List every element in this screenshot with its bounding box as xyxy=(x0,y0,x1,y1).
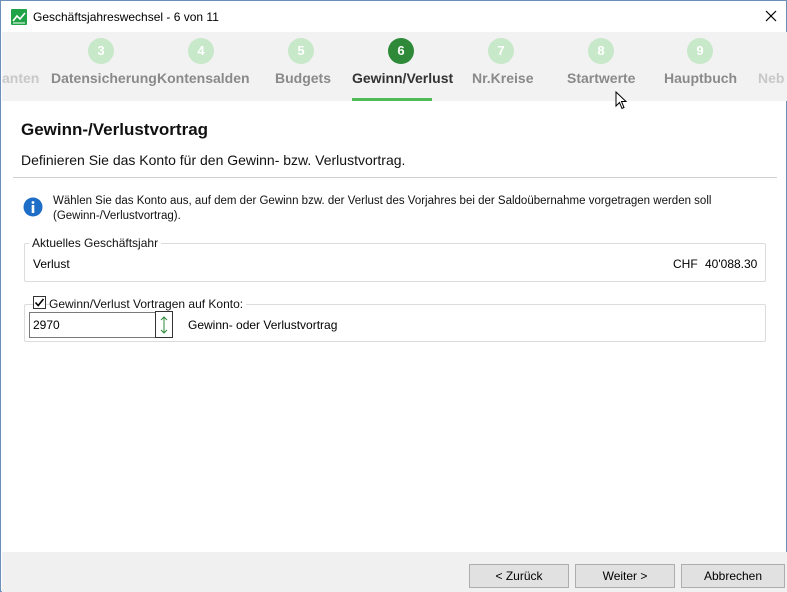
info-text: Wählen Sie das Konto aus, auf dem der Ge… xyxy=(53,195,712,222)
currency-label: CHF xyxy=(673,257,698,271)
step-5[interactable]: 5 Budgets xyxy=(272,32,332,101)
step-number: 4 xyxy=(188,38,214,64)
step-label: Kontensalden xyxy=(157,70,250,86)
vertical-arrows-icon xyxy=(160,316,168,334)
step-label: Startwerte xyxy=(567,70,636,86)
step-2[interactable]: anten xyxy=(2,32,52,101)
step-number: 6 xyxy=(388,38,414,64)
cancel-button[interactable]: Abbrechen xyxy=(681,564,785,588)
window-title: Geschäftsjahreswechsel - 6 von 11 xyxy=(33,10,219,24)
next-button[interactable]: Weiter > xyxy=(575,564,675,588)
step-label: Nr.Kreise xyxy=(472,70,534,86)
back-button[interactable]: < Zurück xyxy=(469,564,569,588)
step-6[interactable]: 6 Gewinn/Verlust xyxy=(352,32,454,101)
active-step-indicator xyxy=(352,98,432,101)
wizard-steps: anten 3 Datensicherung 4 Kontensalden 5 … xyxy=(2,32,787,101)
step-label: Neb xyxy=(758,70,785,86)
close-button[interactable] xyxy=(757,3,785,29)
carry-forward-label[interactable]: Gewinn/Verlust Vortragen auf Konto: xyxy=(49,297,247,311)
title-bar: Geschäftsjahreswechsel - 6 von 11 xyxy=(1,1,786,32)
step-number: 7 xyxy=(488,38,514,64)
page-subtitle: Definieren Sie das Konto für den Gewinn-… xyxy=(21,152,406,168)
carry-forward-checkbox[interactable] xyxy=(33,296,46,309)
checkmark-icon xyxy=(34,298,45,307)
step-7[interactable]: 7 Nr.Kreise xyxy=(472,32,534,101)
chart-icon xyxy=(11,9,27,25)
step-number: 5 xyxy=(288,38,314,64)
step-number: 9 xyxy=(687,38,713,64)
step-4[interactable]: 4 Kontensalden xyxy=(156,32,250,101)
account-picker-button[interactable] xyxy=(155,311,173,338)
step-number: 8 xyxy=(588,38,614,64)
step-number: 3 xyxy=(88,38,114,64)
step-label: Gewinn/Verlust xyxy=(352,70,454,86)
close-icon xyxy=(765,10,777,22)
divider xyxy=(13,177,777,178)
result-label: Verlust xyxy=(33,257,70,271)
mouse-cursor-icon xyxy=(615,90,629,114)
step-label: Datensicherung xyxy=(51,70,157,86)
step-label: Hauptbuch xyxy=(664,70,738,86)
step-label: anten xyxy=(2,70,40,86)
step-3[interactable]: 3 Datensicherung xyxy=(50,32,157,101)
account-input[interactable] xyxy=(29,312,156,338)
current-year-legend: Aktuelles Geschäftsjahr xyxy=(29,236,162,250)
account-description: Gewinn- oder Verlustvortrag xyxy=(188,318,338,332)
page-title: Gewinn-/Verlustvortrag xyxy=(21,120,209,139)
wizard-window: Geschäftsjahreswechsel - 6 von 11 anten … xyxy=(0,0,787,592)
step-10[interactable]: Neb xyxy=(758,32,787,101)
step-label: Budgets xyxy=(275,70,331,86)
step-9[interactable]: 9 Hauptbuch xyxy=(664,32,740,101)
info-icon xyxy=(23,197,43,217)
result-amount: 40'088.30 xyxy=(705,257,758,271)
